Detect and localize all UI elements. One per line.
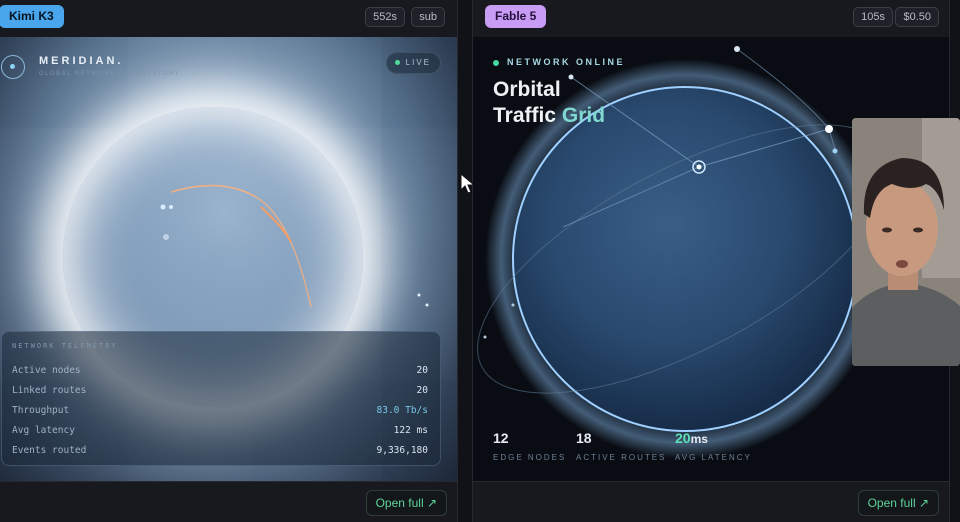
meridian-logo-icon bbox=[1, 55, 25, 79]
stat-edge-nodes-value: 12 bbox=[493, 430, 509, 446]
telemetry-row: Linked routes 20 bbox=[12, 385, 428, 401]
telemetry-row: Throughput 83.0 Tb/s bbox=[12, 405, 428, 421]
kimi-time-chip: 552s bbox=[365, 7, 405, 27]
route-arc bbox=[170, 184, 257, 198]
telemetry-row: Events routed 9,336,180 bbox=[12, 445, 428, 461]
node-dot bbox=[832, 148, 838, 154]
fable-time-chip: 105s bbox=[853, 7, 893, 27]
mouse-pointer-icon bbox=[460, 173, 476, 194]
node-dot bbox=[511, 303, 515, 307]
live-dot-icon bbox=[394, 60, 400, 66]
telemetry-label: Linked routes bbox=[12, 385, 87, 396]
stat-value: 18 bbox=[576, 430, 592, 446]
fable-bottombar: Open full ↗ bbox=[473, 481, 949, 522]
orbital-title-line2: Traffic Grid bbox=[493, 103, 605, 129]
node-dot bbox=[483, 335, 487, 339]
node-dot bbox=[825, 125, 833, 133]
network-status: NETWORK ONLINE bbox=[493, 57, 625, 67]
telemetry-value: 20 bbox=[416, 365, 428, 376]
telemetry-label: Active nodes bbox=[12, 365, 81, 376]
stat-unit: ms bbox=[690, 432, 708, 446]
route-arc bbox=[260, 206, 292, 243]
telemetry-value: 20 bbox=[416, 385, 428, 396]
hub-node-core bbox=[696, 164, 702, 170]
stat-edge-nodes-label: EDGE NODES bbox=[493, 453, 567, 462]
fable-cost-chip: $0.50 bbox=[895, 7, 939, 27]
kimi-open-full-button[interactable]: Open full ↗ bbox=[365, 490, 447, 516]
telemetry-card: NETWORK TELEMETRY Active nodes 20 Linked… bbox=[1, 331, 441, 466]
fable-topbar: Fable 5 105s $0.50 bbox=[473, 0, 949, 36]
telemetry-row: Avg latency 122 ms bbox=[12, 425, 428, 441]
telemetry-title: NETWORK TELEMETRY bbox=[12, 342, 118, 350]
kimi-topbar: Kimi K3 552s sub bbox=[0, 0, 457, 36]
stat-avg-latency-value: 20ms bbox=[675, 430, 708, 446]
orbital-title: Orbital Traffic Grid bbox=[493, 77, 605, 129]
orbital-title-line1: Orbital bbox=[493, 78, 561, 101]
telemetry-label: Events routed bbox=[12, 445, 87, 456]
node-dot bbox=[160, 204, 166, 210]
meridian-subtitle: GLOBAL NETWORK OBSERVATORY bbox=[39, 71, 181, 77]
meridian-title: MERIDIAN. bbox=[39, 55, 124, 67]
telemetry-row: Active nodes 20 bbox=[12, 365, 428, 381]
node-dot bbox=[169, 205, 173, 209]
live-label: LIVE bbox=[405, 58, 431, 67]
orbital-title-grid: Grid bbox=[561, 104, 606, 127]
live-pill: LIVE bbox=[385, 52, 441, 74]
fable-open-full-button[interactable]: Open full ↗ bbox=[857, 490, 939, 516]
kimi-model-badge: Kimi K3 bbox=[0, 5, 64, 28]
kimi-bottombar: Open full ↗ bbox=[0, 481, 457, 522]
kimi-panel: Kimi K3 552s sub MERIDIAN. GLOBAL NETWOR… bbox=[0, 0, 458, 522]
stat-active-routes-value: 18 bbox=[576, 430, 592, 446]
orbital-globe bbox=[512, 86, 858, 432]
telemetry-value: 122 ms bbox=[393, 425, 428, 436]
fable-model-badge: Fable 5 bbox=[485, 5, 547, 28]
stat-avg-latency-label: AVG LATENCY bbox=[675, 453, 752, 462]
status-dot-icon bbox=[493, 59, 499, 66]
telemetry-value: 83.0 Tb/s bbox=[376, 405, 428, 416]
kimi-preview[interactable]: MERIDIAN. GLOBAL NETWORK OBSERVATORY LIV… bbox=[0, 37, 457, 481]
stat-value: 12 bbox=[493, 430, 509, 446]
route-arc bbox=[255, 196, 312, 308]
telemetry-label: Throughput bbox=[12, 405, 70, 416]
network-status-label: NETWORK ONLINE bbox=[507, 57, 625, 67]
stat-active-routes-label: ACTIVE ROUTES bbox=[576, 453, 667, 462]
presenter-video bbox=[852, 118, 960, 366]
orbital-title-traffic: Traffic bbox=[493, 104, 562, 127]
comparison-stage: Kimi K3 552s sub MERIDIAN. GLOBAL NETWOR… bbox=[0, 0, 960, 522]
kimi-mode-chip: sub bbox=[411, 7, 445, 27]
node-dot bbox=[734, 46, 740, 52]
telemetry-label: Avg latency bbox=[12, 425, 75, 436]
telemetry-value: 9,336,180 bbox=[376, 445, 428, 456]
stat-value: 20 bbox=[675, 430, 691, 446]
webcam-overlay bbox=[852, 118, 960, 366]
